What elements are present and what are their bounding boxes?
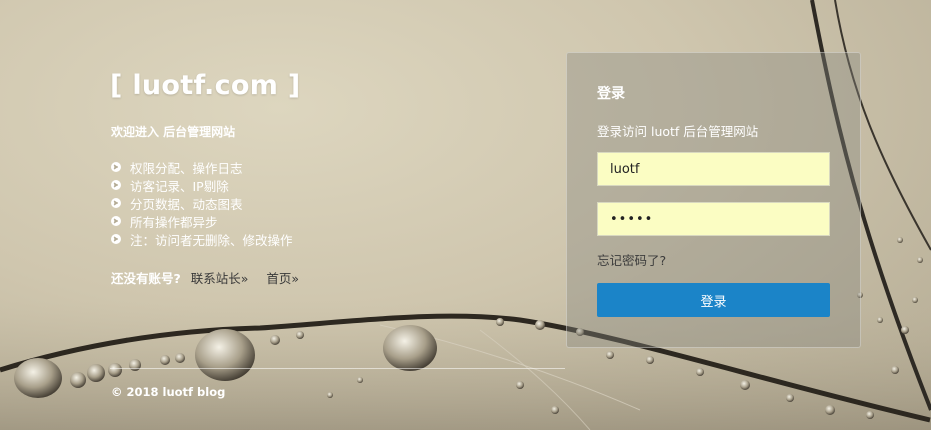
login-panel: 登录 登录访问 luotf 后台管理网站 忘记密码了? 登录	[566, 52, 861, 348]
feature-text: 注：访问者无删除、修改操作	[130, 232, 293, 248]
contact-admin-link[interactable]: 联系站长»	[191, 268, 249, 287]
feature-text: 权限分配、操作日志	[130, 160, 243, 176]
login-button[interactable]: 登录	[597, 283, 830, 317]
login-title: 登录	[597, 86, 625, 102]
feature-item: 分页数据、动态图表	[111, 194, 293, 212]
arrow-circle-icon	[111, 216, 121, 226]
copyright-text: © 2018 luotf blog	[111, 385, 226, 399]
home-link[interactable]: 首页»	[266, 268, 299, 287]
feature-item: 权限分配、操作日志	[111, 158, 293, 176]
arrow-circle-icon	[111, 162, 121, 172]
feature-item: 注：访问者无删除、修改操作	[111, 230, 293, 248]
site-title: [ luotf.com ]	[110, 70, 301, 101]
arrow-circle-icon	[111, 198, 121, 208]
username-input[interactable]	[597, 152, 830, 186]
feature-text: 所有操作都异步	[130, 214, 218, 230]
footer-divider	[110, 368, 565, 369]
arrow-circle-icon	[111, 234, 121, 244]
password-input[interactable]	[597, 202, 830, 236]
welcome-heading: 欢迎进入 后台管理网站	[111, 125, 236, 139]
forgot-password-link[interactable]: 忘记密码了?	[597, 250, 666, 269]
signup-question: 还没有账号?	[111, 271, 181, 286]
feature-item: 访客记录、IP剔除	[111, 176, 293, 194]
feature-item: 所有操作都异步	[111, 212, 293, 230]
arrow-circle-icon	[111, 180, 121, 190]
login-subtitle: 登录访问 luotf 后台管理网站	[597, 124, 759, 139]
feature-list: 权限分配、操作日志 访客记录、IP剔除 分页数据、动态图表 所有操作都异步 注：…	[111, 158, 293, 248]
signup-prompt: 还没有账号? 联系站长» 首页»	[111, 268, 317, 287]
feature-text: 访客记录、IP剔除	[130, 178, 229, 194]
feature-text: 分页数据、动态图表	[130, 196, 243, 212]
